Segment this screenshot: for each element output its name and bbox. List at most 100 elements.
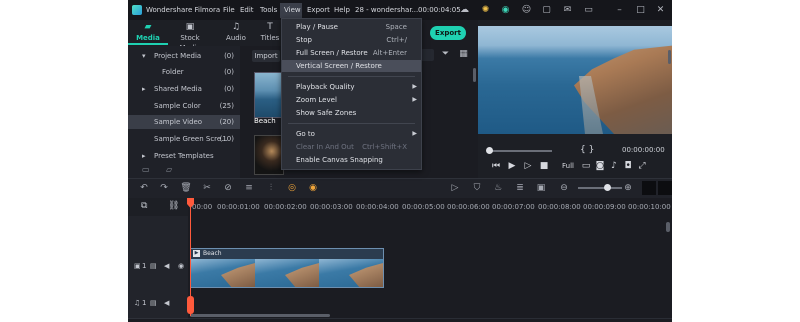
menu-item-full-screen[interactable]: Full Screen / Restore Alt+Enter: [282, 47, 421, 59]
mic-icon[interactable]: ♨: [492, 182, 504, 194]
sidebar-item-folder[interactable]: Folder (0): [128, 65, 240, 79]
sun-icon[interactable]: ✺: [480, 5, 491, 16]
mute-icon[interactable]: ◀: [164, 262, 169, 270]
sidebar-item-sample-color[interactable]: Sample Color (25): [128, 99, 240, 113]
ruler-tick: 00:00:04:00: [356, 203, 399, 211]
redo-icon[interactable]: ↷: [158, 182, 170, 194]
delete-icon[interactable]: 🗑: [180, 182, 192, 194]
video-track-icon: ▣: [134, 262, 141, 270]
volume-icon[interactable]: ♪: [608, 160, 620, 172]
filmora-logo-icon: [132, 5, 142, 15]
empty-track[interactable]: [188, 216, 672, 247]
render-icon[interactable]: ▷: [449, 182, 461, 194]
lock-icon[interactable]: ▤: [150, 262, 157, 270]
support-icon[interactable]: ◉: [500, 5, 511, 16]
audio-track-number: 1: [142, 299, 147, 307]
menu-item-vertical-screen[interactable]: Vertical Screen / Restore: [282, 60, 421, 72]
undo-icon[interactable]: ↶: [138, 182, 150, 194]
menu-item-label: Play / Pause: [296, 23, 338, 31]
color-icon[interactable]: ◎: [286, 182, 298, 194]
add-folder-icon[interactable]: ▭: [142, 165, 150, 174]
play-icon[interactable]: ▶: [506, 160, 518, 172]
menu-item-play-pause[interactable]: Play / Pause Space: [282, 21, 421, 33]
tab-media[interactable]: ▰ Media: [128, 21, 168, 45]
preview-scrollbar[interactable]: [668, 50, 671, 64]
cloud-icon[interactable]: ☁: [459, 5, 470, 16]
menu-help[interactable]: Help: [334, 6, 350, 14]
ruler-tick: 00:00:08:00: [538, 203, 581, 211]
zoom-slider[interactable]: [578, 187, 622, 189]
eye-icon[interactable]: ◉: [178, 262, 184, 270]
tab-stock-media[interactable]: ▣ Stock Media: [170, 21, 210, 52]
menu-separator: [288, 123, 415, 124]
mark-in-out-brackets[interactable]: { }: [580, 145, 594, 155]
sidebar-item-shared-media[interactable]: ▸ Shared Media (0): [128, 82, 240, 96]
camera-icon[interactable]: ◘: [622, 160, 634, 172]
cut-icon[interactable]: ✂: [201, 182, 213, 194]
snapshot-icon[interactable]: ◙: [594, 160, 606, 172]
timeline-horizontal-scrollbar[interactable]: [190, 314, 330, 317]
sidebar-item-sample-video[interactable]: Sample Video (20): [128, 115, 240, 129]
fullscreen-icon[interactable]: ⤢: [636, 160, 648, 172]
add-track-icon[interactable]: ⧉: [141, 201, 147, 211]
speed-icon[interactable]: ◉: [307, 182, 319, 194]
seekbar-knob[interactable]: [486, 147, 493, 154]
audio-mixer-icon[interactable]: ⫶: [265, 182, 277, 194]
display-icon[interactable]: ▭: [580, 160, 592, 172]
menu-file[interactable]: File: [223, 6, 235, 14]
menu-item-go-to[interactable]: Go to ▶: [282, 128, 421, 140]
account-icon[interactable]: ☺: [521, 5, 532, 16]
snapshot-timeline-icon[interactable]: ▣: [535, 182, 547, 194]
menu-export[interactable]: Export: [307, 6, 330, 14]
volume-icon[interactable]: ◀: [164, 299, 169, 307]
menu-edit[interactable]: Edit: [240, 6, 254, 14]
media-thumbnail-dark[interactable]: [254, 135, 284, 175]
lock-icon[interactable]: ▤: [150, 299, 157, 307]
sidebar-item-project-media[interactable]: ▾ Project Media (0): [128, 49, 240, 63]
play-alt-icon[interactable]: ▷: [522, 160, 534, 172]
menu-item-stop[interactable]: Stop Ctrl+/: [282, 34, 421, 46]
export-button[interactable]: Export: [430, 26, 466, 40]
menu-item-zoom-level[interactable]: Zoom Level ▶: [282, 94, 421, 106]
menu-item-enable-canvas-snapping[interactable]: Enable Canvas Snapping: [282, 154, 421, 166]
mail-icon[interactable]: ✉: [562, 5, 573, 16]
marker-icon[interactable]: ⛉: [471, 182, 483, 194]
preview-seekbar[interactable]: [488, 150, 552, 152]
grid-view-icon[interactable]: ▦: [458, 49, 469, 60]
maximize-icon[interactable]: □: [635, 5, 646, 16]
menu-item-clear-in-out[interactable]: Clear In And Out Ctrl+Shift+X: [282, 141, 421, 153]
link-icon[interactable]: ⛓: [168, 201, 179, 211]
menu-item-label: Vertical Screen / Restore: [296, 62, 382, 70]
media-thumbnail-beach[interactable]: [254, 72, 284, 118]
media-scrollbar[interactable]: [473, 68, 476, 82]
save-icon[interactable]: ▢: [541, 5, 552, 16]
stop-icon[interactable]: ■: [538, 160, 550, 172]
adjust-icon[interactable]: ≡: [243, 182, 255, 194]
folder-icon[interactable]: ▱: [166, 165, 172, 174]
playback-quality-select[interactable]: Full: [562, 162, 574, 170]
previous-frame-icon[interactable]: ⏮: [490, 160, 502, 172]
filter-icon[interactable]: ⏷: [440, 49, 451, 60]
voiceover-icon[interactable]: ≣: [514, 182, 526, 194]
video-clip-beach[interactable]: ▶ Beach: [190, 248, 384, 288]
layout-icon[interactable]: ▭: [583, 5, 594, 16]
close-icon[interactable]: ✕: [655, 5, 666, 16]
sidebar-item-preset-templates[interactable]: ▸ Preset Templates: [128, 149, 240, 163]
menu-tools[interactable]: Tools: [260, 6, 277, 14]
timeline-vertical-scrollbar[interactable]: [666, 222, 670, 232]
sidebar-item-sample-green-screen[interactable]: Sample Green Scre... (10): [128, 132, 240, 146]
panel-toggle-left[interactable]: [642, 181, 656, 195]
menu-item-playback-quality[interactable]: Playback Quality ▶: [282, 81, 421, 93]
zoom-in-icon[interactable]: ⊕: [622, 182, 634, 194]
panel-toggle-right[interactable]: [658, 181, 672, 195]
zoom-slider-knob[interactable]: [604, 184, 611, 191]
import-button[interactable]: Import: [252, 50, 280, 62]
expand-arrow-icon: ▸: [142, 85, 146, 93]
menu-view[interactable]: View: [284, 6, 301, 14]
minimize-icon[interactable]: –: [614, 5, 625, 16]
sidebar-item-count: (0): [224, 52, 234, 60]
disable-icon[interactable]: ⊘: [222, 182, 234, 194]
zoom-out-icon[interactable]: ⊖: [558, 182, 570, 194]
playhead-bottom-handle[interactable]: [187, 296, 194, 314]
menu-item-show-safe-zones[interactable]: Show Safe Zones: [282, 107, 421, 119]
